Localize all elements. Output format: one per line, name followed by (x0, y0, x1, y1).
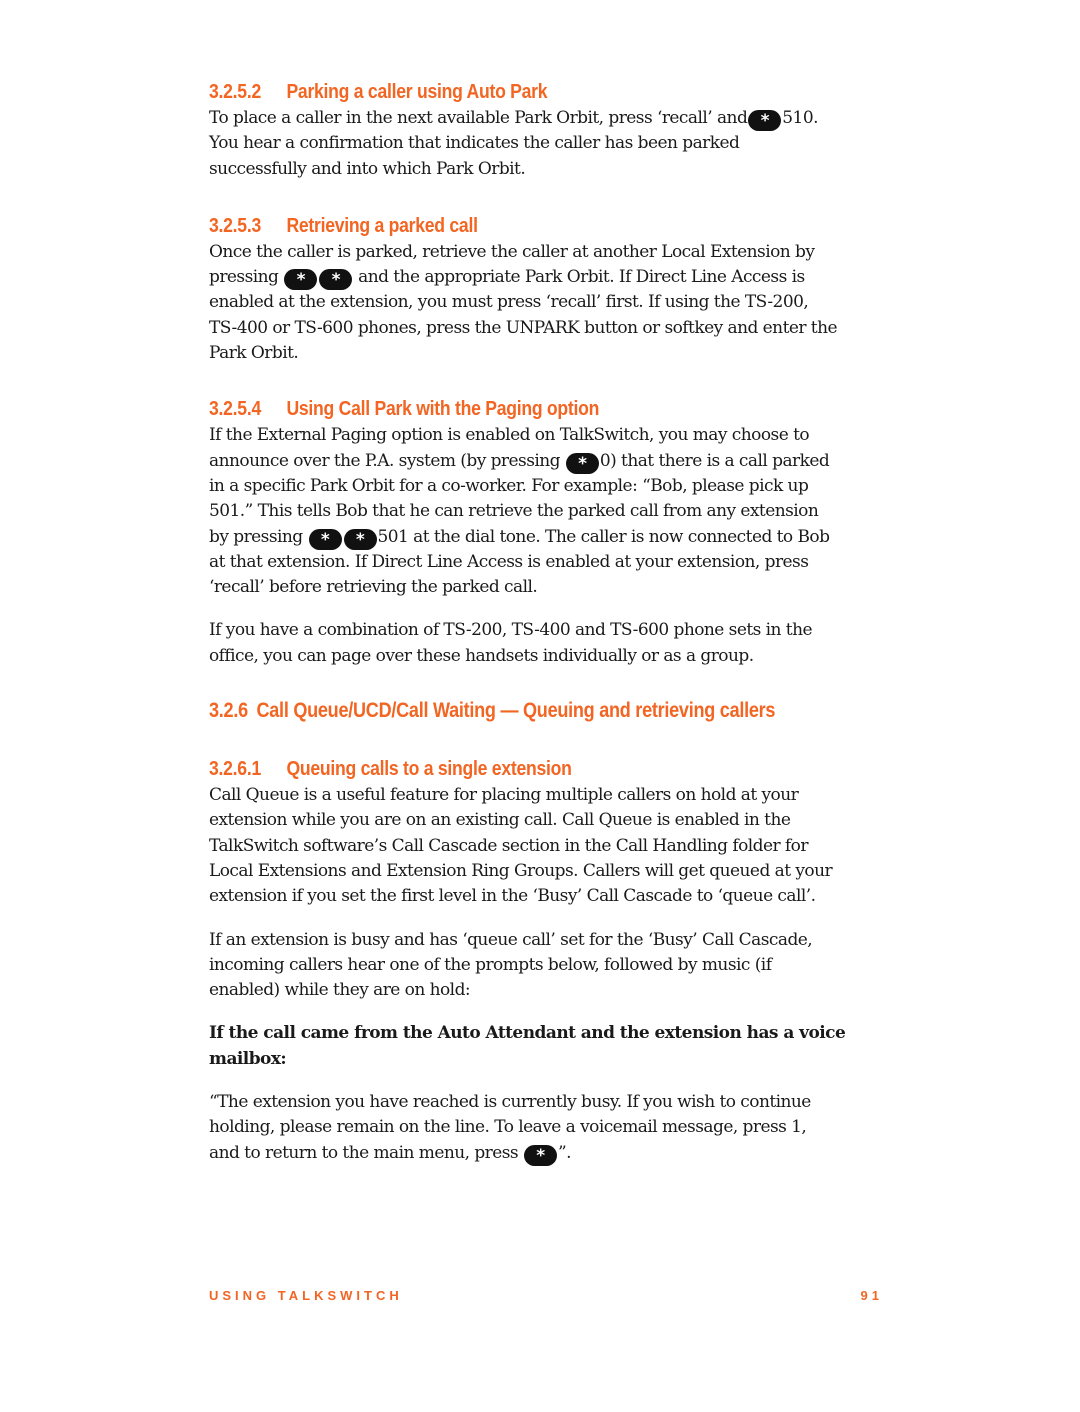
body-line: announce over the P.A. system (by pressi… (209, 449, 874, 474)
body-line: If an extension is busy and has ‘queue c… (209, 929, 813, 950)
heading-3-2-5-3: 3.2.5.3 Retrieving a parked call (209, 212, 794, 240)
heading-title: Call Queue/UCD/Call Waiting — Queuing an… (256, 699, 776, 723)
heading-number: 3.2.5.3 (209, 214, 261, 237)
text-run: To place a caller in the next available … (209, 108, 748, 128)
bold-subheading-line: mailbox: (209, 1048, 287, 1069)
body-line: by pressing * * 501 at the dial tone. The … (209, 525, 874, 550)
document-page: 3.2.5.2 Parking a caller using Auto Park … (209, 78, 874, 1166)
body-line: If you have a combination of TS-200, TS-… (209, 620, 813, 641)
heading-title: Using Call Park with the Paging option (286, 398, 600, 421)
heading-number: 3.2.6.1 (209, 758, 261, 781)
heading-title: Parking a caller using Auto Park (286, 81, 548, 103)
page-footer: USING TALKSWITCH 91 (209, 1288, 883, 1303)
quote-line: holding, please remain on the line. To l… (209, 1117, 807, 1138)
body-line: enabled) while they are on hold: (209, 980, 471, 1001)
star-key-icon: * (319, 269, 353, 291)
body-line: extension while you are on an existing c… (209, 810, 791, 831)
body-line: Park Orbit. (209, 343, 299, 364)
page-number: 91 (860, 1288, 883, 1303)
text-run: by pressing (209, 526, 303, 547)
star-key-icon: * (308, 528, 342, 550)
body-line: in a specific Park Orbit for a co-worker… (209, 475, 809, 496)
body-line: office, you can page over these handsets… (209, 645, 754, 666)
star-key-icon: * (343, 528, 377, 550)
body-line: To place a caller in the next available … (209, 106, 874, 131)
heading-3-2-5-2: 3.2.5.2 Parking a caller using Auto Park (209, 78, 794, 106)
body-line: You hear a confirmation that indicates t… (209, 133, 740, 154)
text-run: and to return to the main menu, press (209, 1142, 519, 1163)
heading-title: Queuing calls to a single extension (286, 758, 572, 781)
heading-number: 3.2.5.4 (209, 398, 261, 421)
body-line: TS-400 or TS-600 phones, press the UNPAR… (209, 317, 838, 338)
bold-subheading-line: If the call came from the Auto Attendant… (209, 1023, 846, 1044)
text-run: ”. (557, 1142, 572, 1163)
body-line: successfully and into which Park Orbit. (209, 158, 526, 179)
body-line: ‘recall’ before retrieving the parked ca… (209, 577, 538, 598)
body-line: enabled at the extension, you must press… (209, 292, 809, 313)
heading-number: 3.2.5.2 (209, 81, 261, 103)
heading-number: 3.2.6 (209, 699, 248, 723)
body-line: incoming callers hear one of the prompts… (209, 954, 772, 975)
body-line: 501.” This tells Bob that he can retriev… (209, 501, 819, 522)
quote-line: and to return to the main menu, press *”… (209, 1141, 874, 1166)
body-line: at that extension. If Direct Line Access… (209, 551, 809, 572)
body-line: Once the caller is parked, retrieve the … (209, 241, 815, 262)
heading-3-2-5-4: 3.2.5.4 Using Call Park with the Paging o… (209, 395, 794, 423)
text-run: announce over the P.A. system (by pressi… (209, 450, 561, 471)
text-run: 510. (782, 108, 818, 128)
star-key-icon: * (748, 110, 782, 131)
text-run: pressing (209, 267, 279, 288)
star-key-icon: * (523, 1144, 557, 1166)
heading-3-2-6-1: 3.2.6.1 Queuing calls to a single extensi… (209, 755, 794, 783)
body-line: extension if you set the first level in … (209, 886, 816, 907)
body-line: TalkSwitch software’s Call Cascade secti… (209, 835, 808, 856)
heading-title: Retrieving a parked call (286, 214, 478, 237)
body-line: pressing * * and the appropriate Park Orb… (209, 265, 874, 291)
body-line: If the External Paging option is enabled… (209, 425, 810, 446)
heading-3-2-6: 3.2.6 Call Queue/UCD/Call Waiting — Queui… (209, 697, 781, 725)
body-line: Call Queue is a useful feature for placi… (209, 785, 799, 806)
quote-line: “The extension you have reached is curre… (209, 1092, 811, 1113)
text-run: 501 at the dial tone. The caller is now … (377, 526, 830, 547)
text-run: 0) that there is a call parked (599, 450, 830, 471)
body-line: Local Extensions and Extension Ring Grou… (209, 860, 833, 881)
text-run: and the appropriate Park Orbit. If Direc… (358, 267, 805, 288)
footer-section-title: USING TALKSWITCH (209, 1288, 403, 1303)
star-key-icon: * (565, 452, 599, 474)
star-key-icon: * (284, 269, 318, 291)
